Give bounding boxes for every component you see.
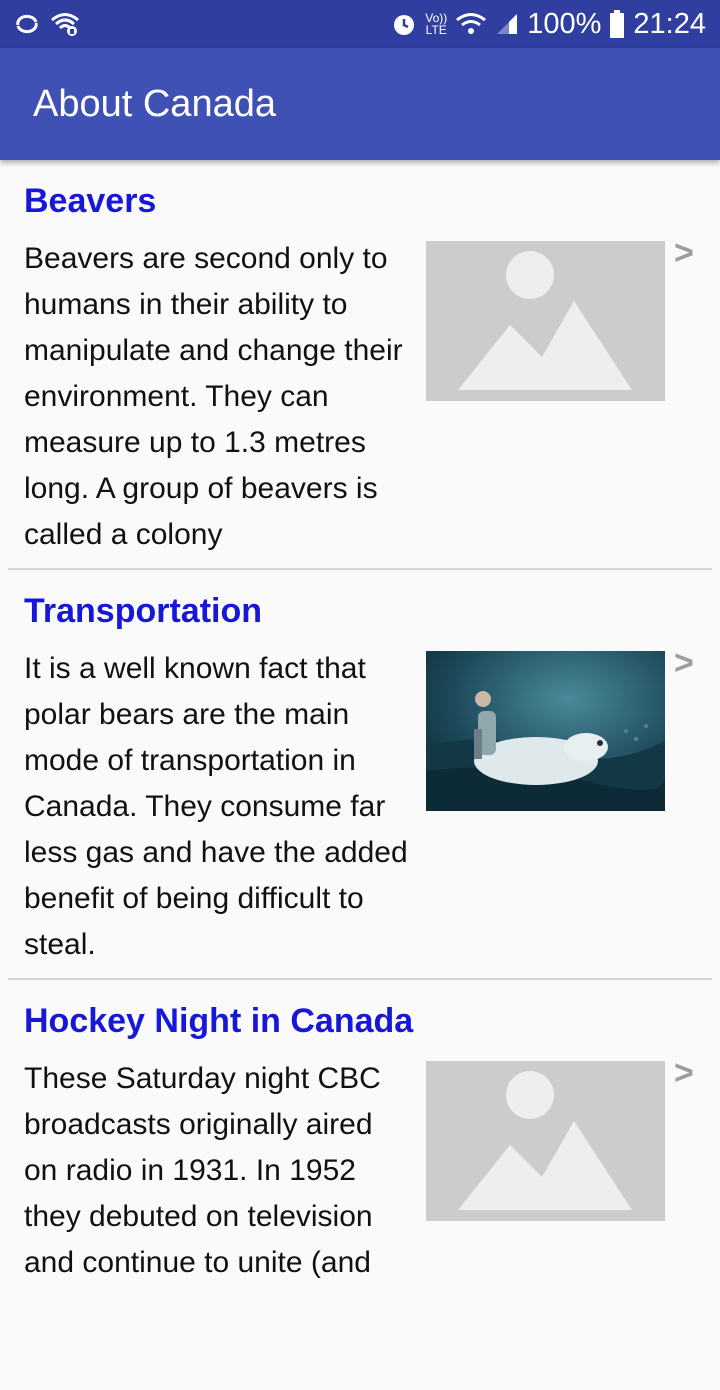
item-title: Transportation bbox=[24, 592, 263, 630]
item-description: Beavers are second only to humans in the… bbox=[24, 242, 403, 551]
item-title: Hockey Night in Canada bbox=[24, 1002, 414, 1040]
item-description: It is a well known fact that polar bears… bbox=[24, 652, 408, 961]
volte-icon: Vo)) LTE bbox=[425, 11, 448, 37]
image-placeholder-icon bbox=[426, 241, 665, 401]
alarm-icon bbox=[394, 15, 415, 35]
status-right: Vo)) LTE 100% 21:24 bbox=[391, 8, 706, 41]
page-title: About Canada bbox=[33, 82, 276, 125]
clock: 21:24 bbox=[633, 7, 706, 40]
battery-icon bbox=[610, 10, 625, 38]
chevron-right-icon[interactable]: > bbox=[674, 1054, 694, 1093]
list-item[interactable]: Hockey Night in Canada These Saturday ni… bbox=[0, 980, 720, 1390]
wifi-secure-icon bbox=[51, 13, 79, 36]
sync-icon bbox=[16, 14, 38, 34]
chevron-right-icon[interactable]: > bbox=[674, 234, 694, 273]
list-item[interactable]: Beavers Beavers are second only to human… bbox=[0, 160, 720, 570]
app-bar: About Canada bbox=[0, 48, 720, 160]
item-description: These Saturday night CBC broadcasts orig… bbox=[24, 1062, 381, 1279]
item-thumbnail-placeholder bbox=[426, 1061, 665, 1221]
item-thumbnail-photo bbox=[426, 651, 665, 811]
chevron-right-icon[interactable]: > bbox=[674, 644, 694, 683]
status-bar: Vo)) LTE 100% 21:24 bbox=[0, 0, 720, 48]
facts-list: Beavers Beavers are second only to human… bbox=[0, 160, 720, 1390]
wifi-icon bbox=[456, 13, 487, 34]
list-item[interactable]: Transportation It is a well known fact t… bbox=[0, 570, 720, 980]
status-left bbox=[14, 11, 80, 37]
image-placeholder-icon bbox=[426, 1061, 665, 1221]
item-thumbnail-placeholder bbox=[426, 241, 665, 401]
item-title: Beavers bbox=[24, 182, 157, 220]
battery-percent: 100% bbox=[527, 7, 602, 40]
polar-bear-rider-image bbox=[426, 651, 665, 811]
signal-icon bbox=[497, 14, 518, 34]
